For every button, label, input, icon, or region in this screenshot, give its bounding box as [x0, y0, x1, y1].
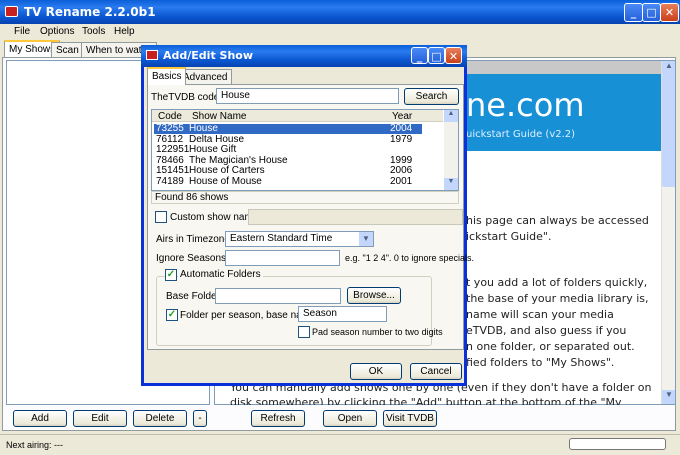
dialog-close-button[interactable]: ✕ — [445, 47, 462, 64]
cancel-button[interactable]: Cancel — [410, 363, 462, 380]
list-header: Code Show Name Year — [152, 110, 443, 122]
add-button[interactable]: Add — [13, 410, 67, 427]
found-status: Found 86 shows — [151, 191, 459, 204]
col-code[interactable]: Code — [158, 111, 182, 122]
web-header-title: ne.com — [466, 86, 585, 124]
cell-year: 2004 — [390, 123, 413, 134]
cell-name: House of Mouse — [189, 175, 262, 187]
dialog-icon — [146, 50, 158, 60]
folder-per-season-checkbox[interactable]: ✓ — [166, 309, 178, 321]
tvdb-code-input[interactable]: House — [216, 88, 399, 104]
web-text-line: eTVDB, and also guess if you — [466, 324, 627, 337]
tab-scan[interactable]: Scan — [51, 42, 84, 58]
edit-button[interactable]: Edit — [73, 410, 127, 427]
cell-name: The Magician's House — [189, 154, 288, 166]
cell-code: 122951 — [156, 144, 190, 155]
next-airing: Next airing: --- — [6, 440, 64, 450]
delete-button[interactable]: Delete — [133, 410, 187, 427]
cell-name: House — [189, 123, 218, 134]
season-name-input[interactable]: Season — [298, 306, 387, 322]
visit-tvdb-button[interactable]: Visit TVDB — [383, 410, 437, 427]
menu-tools[interactable]: Tools — [82, 26, 105, 37]
cell-code: 78466 — [156, 154, 184, 166]
dash-button[interactable]: - — [193, 410, 207, 427]
minimize-button[interactable]: _ — [624, 3, 643, 22]
base-folder-label: Base Folder — [166, 291, 220, 302]
timezone-select[interactable]: Eastern Standard Time ▼ — [225, 231, 374, 247]
dialog-maximize-button[interactable]: □ — [428, 47, 445, 64]
pad-season-label: Pad season number to two digits — [312, 327, 443, 337]
tab-basics[interactable]: Basics — [147, 67, 187, 85]
web-header-subtitle: uickstart Guide (v2.2) — [466, 129, 576, 140]
cell-name: House Gift — [189, 144, 237, 155]
add-edit-show-dialog: Add/Edit Show _ □ ✕ Basics Advanced TheT… — [141, 45, 474, 386]
col-year[interactable]: Year — [392, 111, 412, 122]
cell-year: 2001 — [390, 175, 413, 187]
web-text-line: the base of your media library is, — [466, 292, 649, 305]
menu-file[interactable]: File — [14, 26, 30, 37]
results-list[interactable]: Code Show Name Year 73255 House 2004 76112 D… — [151, 109, 459, 191]
search-button[interactable]: Search — [404, 88, 459, 105]
chevron-down-icon: ▼ — [359, 232, 373, 246]
custom-show-name-input[interactable] — [248, 209, 463, 225]
cell-year: 1979 — [390, 133, 413, 145]
menu-bar: File Options Tools Help — [0, 24, 680, 39]
progress-bar — [569, 438, 666, 450]
menu-help[interactable]: Help — [114, 26, 135, 37]
results-scrollbar[interactable]: ▲ ▼ — [444, 110, 458, 190]
maximize-button[interactable]: □ — [642, 3, 661, 22]
list-item[interactable]: 76112 Delta House 1979 — [154, 133, 422, 145]
web-text-line: ickstart Guide". — [466, 230, 552, 243]
dialog-title: Add/Edit Show — [163, 49, 253, 62]
timezone-label: Airs in Timezone: — [156, 234, 233, 245]
web-text-line: n one folder, or separated out. — [466, 340, 635, 353]
cell-code: 74189 — [156, 175, 184, 187]
status-bar: Next airing: --- — [0, 434, 680, 455]
cell-code: 151451 — [156, 165, 190, 176]
web-text-line: disk somewhere) by clicking the "Add" bu… — [230, 396, 622, 405]
col-show-name[interactable]: Show Name — [192, 111, 246, 122]
ignore-seasons-input[interactable] — [225, 250, 340, 266]
base-folder-input[interactable] — [215, 288, 341, 304]
web-scrollbar[interactable]: ▲ ▼ — [661, 61, 675, 404]
cell-year: 1999 — [390, 154, 413, 166]
web-text-line: fied folders to "My Shows". — [466, 356, 615, 369]
dialog-title-bar: Add/Edit Show _ □ ✕ — [141, 45, 467, 67]
list-item[interactable]: 78466 The Magician's House 1999 — [154, 154, 422, 166]
main-title-bar: TV Rename 2.2.0b1 _ □ ✕ — [0, 0, 680, 24]
list-item[interactable]: 122951 House Gift — [154, 145, 422, 155]
open-button[interactable]: Open — [323, 410, 377, 427]
ok-button[interactable]: OK — [350, 363, 402, 380]
main-title: TV Rename 2.2.0b1 — [24, 5, 156, 19]
close-button[interactable]: ✕ — [660, 3, 679, 22]
list-item[interactable]: 151451 House of Carters 2006 — [154, 166, 422, 176]
app-icon — [5, 6, 18, 17]
cell-code: 76112 — [156, 133, 184, 145]
auto-folders-checkbox[interactable]: ✓ — [165, 269, 177, 281]
custom-show-name-checkbox[interactable] — [155, 211, 167, 223]
web-text-line: name will scan your media — [466, 308, 614, 321]
list-item[interactable]: 74189 House of Mouse 2001 — [154, 175, 422, 187]
web-text-line: his page can always be accessed — [466, 214, 649, 227]
cell-year: 2006 — [390, 165, 413, 176]
timezone-value: Eastern Standard Time — [230, 233, 333, 244]
cell-code: 73255 — [156, 123, 184, 134]
browse-button[interactable]: Browse... — [347, 287, 401, 304]
auto-folders-label: Automatic Folders — [178, 269, 263, 280]
web-text-line: t you add a lot of folders quickly, — [466, 276, 648, 289]
cell-name: House of Carters — [189, 165, 265, 176]
dialog-minimize-button[interactable]: _ — [411, 47, 428, 64]
ignore-seasons-label: Ignore Seasons: — [156, 253, 229, 264]
refresh-button[interactable]: Refresh — [251, 410, 305, 427]
pad-season-checkbox[interactable] — [298, 326, 310, 338]
tvdb-code-label: TheTVDB code: — [151, 92, 223, 103]
list-item[interactable]: 73255 House 2004 — [154, 124, 422, 134]
ignore-seasons-hint: e.g. "1 2 4". 0 to ignore specials. — [345, 253, 474, 263]
menu-options[interactable]: Options — [40, 26, 74, 37]
cell-name: Delta House — [189, 133, 245, 145]
